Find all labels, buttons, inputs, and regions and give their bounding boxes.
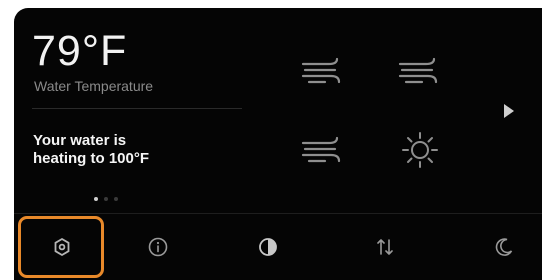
wind-icon[interactable] bbox=[299, 55, 343, 91]
wind-icon[interactable] bbox=[396, 55, 440, 91]
page-dot bbox=[114, 197, 118, 201]
sort-button[interactable] bbox=[341, 214, 429, 280]
bottom-nav bbox=[14, 214, 542, 280]
page-dot bbox=[94, 197, 98, 201]
play-arrow-icon[interactable] bbox=[502, 102, 516, 120]
info-icon bbox=[147, 236, 169, 258]
moon-icon bbox=[493, 236, 515, 258]
sun-icon[interactable] bbox=[398, 130, 442, 168]
settings-button[interactable] bbox=[18, 214, 106, 280]
heating-status-line: heating to 100°F bbox=[33, 150, 150, 167]
water-temperature-value: 79°F bbox=[32, 27, 128, 75]
settings-icon bbox=[51, 236, 73, 258]
info-button[interactable] bbox=[114, 214, 202, 280]
divider bbox=[32, 108, 242, 109]
water-temperature-label: Water Temperature bbox=[34, 78, 154, 94]
page-dot bbox=[104, 197, 108, 201]
night-mode-button[interactable] bbox=[460, 214, 542, 280]
sort-icon bbox=[374, 236, 396, 258]
heating-status: Your water is heating to 100°F bbox=[33, 132, 149, 168]
page-indicator bbox=[94, 197, 118, 201]
heating-status-line: Your water is bbox=[33, 132, 127, 149]
wind-icon[interactable] bbox=[299, 134, 343, 170]
device-screen: 79°F Water Temperature Your water is hea… bbox=[14, 8, 542, 280]
contrast-button[interactable] bbox=[224, 214, 312, 280]
contrast-icon bbox=[257, 236, 279, 258]
